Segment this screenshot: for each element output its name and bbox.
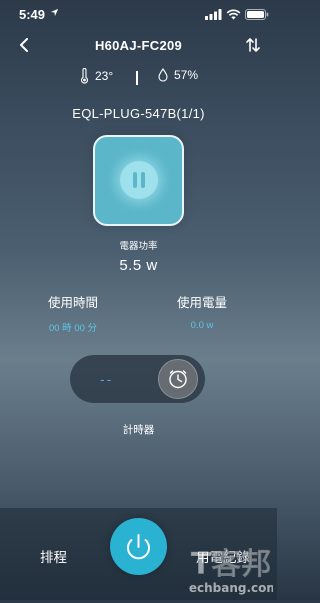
location-arrow-icon (50, 8, 59, 20)
svg-text:techbang.com: techbang.com (189, 581, 273, 595)
power-toggle-card[interactable] (93, 135, 184, 226)
humidity-reading: 57% (158, 68, 198, 82)
swap-arrows-icon (246, 38, 260, 52)
pause-bar-left (133, 172, 137, 188)
wifi-icon (226, 9, 241, 20)
device-name: EQL-PLUG-547B(1/1) (72, 106, 205, 121)
nav-bar: H60AJ-FC209 (0, 34, 277, 58)
watermark-logo: T客邦 techbang.com (183, 538, 279, 598)
swap-button[interactable] (245, 37, 261, 58)
usage-power-label: 使用電量 (176, 296, 227, 310)
status-bar: 5:49 (0, 0, 277, 30)
temperature-reading: 23° (80, 68, 113, 84)
temperature-value: 23° (95, 69, 114, 83)
power-button[interactable] (110, 518, 167, 575)
usage-time-value: 00 時 00 分 (48, 323, 98, 334)
signal-bars-icon (205, 9, 222, 20)
pause-bar-right (141, 172, 145, 188)
timer-value: -- (100, 371, 114, 387)
svg-text:T客邦: T客邦 (191, 547, 271, 582)
timer-label: 計時器 (122, 424, 155, 436)
power-label: 電器功率 (119, 241, 158, 252)
power-value: 5.5 w (119, 257, 158, 274)
usage-time-label: 使用時間 (47, 296, 98, 310)
timer-control[interactable]: -- (70, 355, 205, 403)
thermometer-icon (80, 68, 89, 84)
timer-button[interactable] (158, 359, 198, 399)
pause-icon (120, 161, 158, 199)
power-icon (127, 534, 150, 560)
status-time: 5:49 (19, 7, 46, 22)
status-icons (205, 9, 269, 20)
battery-icon (245, 9, 269, 20)
droplet-icon (158, 68, 168, 82)
clock-icon (169, 370, 187, 389)
schedule-tab[interactable]: 排程 (40, 546, 67, 566)
humidity-value: 57% (174, 68, 199, 82)
environment-readout: 23° 57% (0, 68, 277, 88)
divider (136, 71, 138, 85)
page-title: H60AJ-FC209 (94, 38, 183, 53)
usage-power-value: 0.0 w (190, 320, 214, 331)
